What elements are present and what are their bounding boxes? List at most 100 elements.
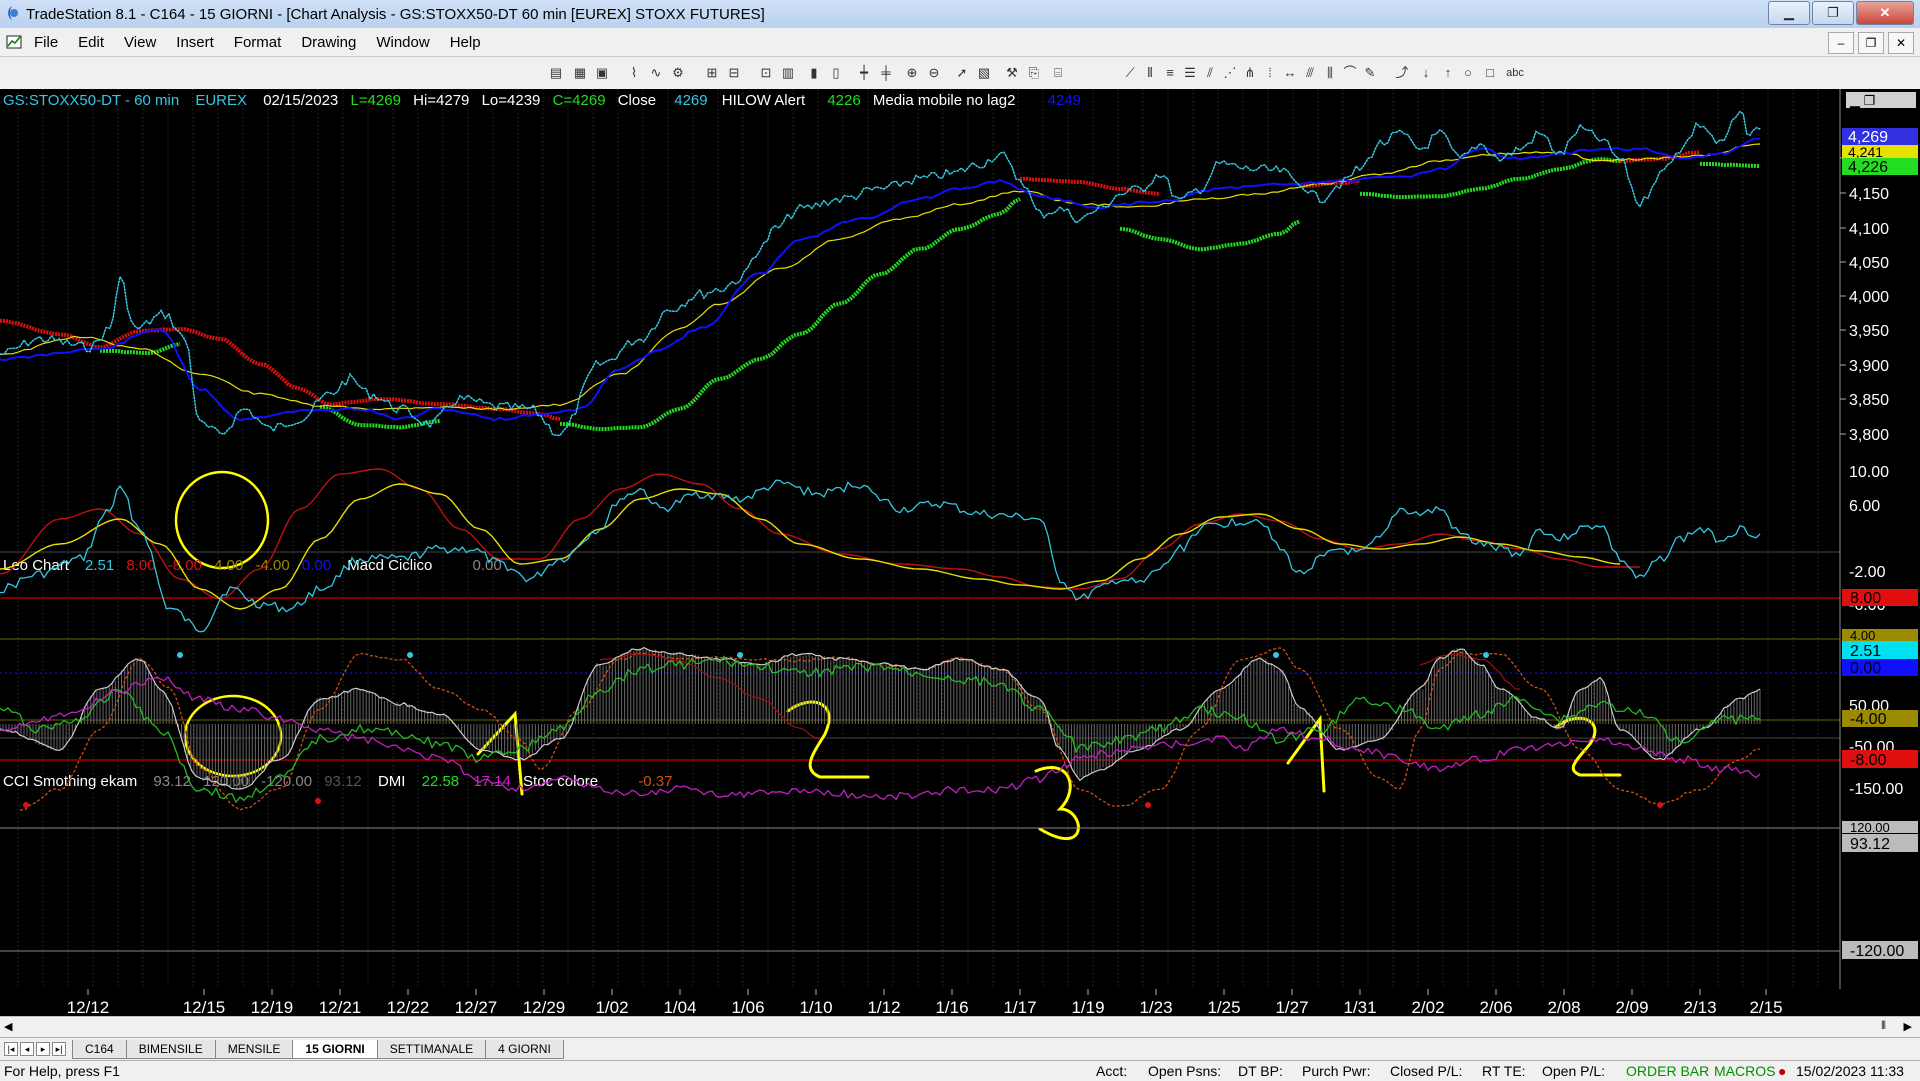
ellipse-icon[interactable]: ○: [1460, 65, 1476, 81]
badge-leo-neg4: -4.00: [1850, 711, 1887, 728]
data-window-icon[interactable]: ▧: [976, 65, 992, 81]
fibonacci-icon[interactable]: ☰: [1182, 65, 1198, 81]
doc-close-button[interactable]: ✕: [1888, 32, 1914, 54]
close-button[interactable]: ✕: [1856, 1, 1914, 25]
badge-cci-neg120: -120.00: [1850, 943, 1904, 960]
date-axis-label: 2/15: [1749, 998, 1782, 1016]
tab-first-icon[interactable]: |◂: [4, 1042, 18, 1056]
stoc-label: Stoc colore: [523, 773, 598, 790]
horizontal-lines-icon[interactable]: ≡: [1162, 65, 1178, 81]
format-indicator-icon[interactable]: ∿: [648, 65, 664, 81]
doc-restore-button[interactable]: ❐: [1858, 32, 1884, 54]
menu-help[interactable]: Help: [450, 34, 481, 51]
maximize-button[interactable]: ❐: [1812, 1, 1854, 25]
gann-fan-icon[interactable]: ⋰: [1222, 65, 1238, 81]
tab-4-giorni[interactable]: 4 GIORNI: [485, 1040, 564, 1059]
vertical-lines-icon[interactable]: ⦀: [1142, 65, 1158, 81]
date-axis-label: 1/12: [867, 998, 900, 1016]
price-last: L=4269: [350, 92, 400, 109]
date-axis-label: 2/06: [1479, 998, 1512, 1016]
rectangle-icon[interactable]: □: [1482, 65, 1498, 81]
status-datetime: 15/02/2023 11:33: [1796, 1063, 1904, 1079]
bar-chart-icon[interactable]: ▥: [780, 65, 796, 81]
cci-v1: 93.12: [153, 773, 191, 790]
price-axis-label: 3,950: [1849, 323, 1889, 340]
tab-next-icon[interactable]: ▸: [36, 1042, 50, 1056]
pointer-icon[interactable]: ➚: [954, 65, 970, 81]
chart-style-icon[interactable]: ⊡: [758, 65, 774, 81]
scroll-right-icon[interactable]: ▶: [1904, 1020, 1912, 1033]
minimize-button[interactable]: ▁: [1768, 1, 1810, 25]
new-chart-icon[interactable]: ▤: [548, 65, 564, 81]
tab-settimanale[interactable]: SETTIMANALE: [376, 1040, 487, 1059]
tab-15-giorni[interactable]: 15 GIORNI: [292, 1040, 378, 1059]
date-axis-label: 1/25: [1207, 998, 1240, 1016]
andrews-pitchfork-icon[interactable]: ⋔: [1242, 65, 1258, 81]
date-axis-label: 1/31: [1343, 998, 1376, 1016]
menu-format[interactable]: Format: [234, 34, 282, 51]
order-bar-button[interactable]: ORDER BAR: [1626, 1063, 1709, 1079]
workspace-tab-bar: |◂ ◂ ▸ ▸| C164 BIMENSILE MENSILE 15 GIOR…: [0, 1037, 1920, 1060]
arrow-both-icon[interactable]: ↔: [1282, 65, 1298, 81]
status-open-psns: Open Psns:: [1148, 1063, 1222, 1079]
hlc-icon[interactable]: ╪: [878, 65, 894, 81]
arrow-down-icon[interactable]: ↓: [1418, 65, 1434, 81]
format-symbol-icon[interactable]: ⌇: [626, 65, 642, 81]
menu-view[interactable]: View: [124, 34, 156, 51]
arrow-up-icon[interactable]: ↑: [1440, 65, 1456, 81]
line-chart-icon[interactable]: ▯: [828, 65, 844, 81]
stoc-value: -0.37: [638, 773, 672, 790]
pen-icon[interactable]: ✎: [1362, 65, 1378, 81]
tab-bimensile[interactable]: BIMENSILE: [125, 1040, 216, 1059]
title-bar: TradeStation 8.1 - C164 - 15 GIORNI - [C…: [0, 0, 1920, 29]
chart-area[interactable]: GS:STOXX50-DT - 60 min EUREX 02/15/2023 …: [0, 89, 1920, 1029]
status-acct: Acct:: [1096, 1063, 1128, 1079]
ohlc-icon[interactable]: ┿: [856, 65, 872, 81]
scroll-handle-icon[interactable]: ⦀: [1881, 1020, 1886, 1033]
svg-text:GS:STOXX50-DT - 60 min E: GS:STOXX50-DT - 60 min EUREX 02/15/2023 …: [3, 92, 1081, 109]
freehand-icon[interactable]: ⤴: [1394, 65, 1410, 81]
new-grid-icon[interactable]: ▦: [572, 65, 588, 81]
zoom-in-icon[interactable]: ⊕: [904, 65, 920, 81]
data-tips-icon[interactable]: ⎘: [1026, 65, 1042, 81]
price-axis-label: 3,800: [1849, 427, 1889, 444]
price-close: C=4269: [553, 92, 606, 109]
cycle-lines-icon[interactable]: ⦙: [1262, 65, 1278, 81]
menu-drawing[interactable]: Drawing: [301, 34, 356, 51]
doc-minimize-button[interactable]: ‒: [1828, 32, 1854, 54]
cci-axis-label: -150.00: [1849, 781, 1903, 798]
arc-icon[interactable]: ⌒: [1342, 65, 1358, 81]
menu-insert[interactable]: Insert: [176, 34, 214, 51]
strategy-icon[interactable]: ⚙: [670, 65, 686, 81]
menu-edit[interactable]: Edit: [78, 34, 104, 51]
tab-prev-icon[interactable]: ◂: [20, 1042, 34, 1056]
menu-file[interactable]: File: [34, 34, 58, 51]
scroll-left-icon[interactable]: ◀: [4, 1020, 12, 1033]
toolbar: ▤ ▦ ▣ ⌇ ∿ ⚙ ⊞ ⊟ ⊡ ▥ ▮ ▯ ┿ ╪ ⊕ ⊖ ➚ ▧ ⚒ ⎘ …: [0, 57, 1920, 90]
lock-icon[interactable]: ⌸: [1050, 65, 1066, 81]
chart-window-icon[interactable]: [6, 34, 22, 50]
annotation-circle-1: [174, 470, 270, 570]
yellow-average-line: [0, 143, 1761, 411]
dmi-value-1: 22.58: [422, 773, 460, 790]
insert-symbol-icon[interactable]: ⊞: [704, 65, 720, 81]
tab-mensile[interactable]: MENSILE: [214, 1040, 294, 1059]
status-closed-pl: Closed P/L:: [1390, 1063, 1463, 1079]
radar-icon[interactable]: ▣: [594, 65, 610, 81]
text-tool-icon[interactable]: abc: [1504, 65, 1526, 81]
price-high: Hi=4279: [413, 92, 469, 109]
speed-lines-icon[interactable]: ⫽: [1202, 65, 1218, 81]
insert-analysis-icon[interactable]: ⊟: [726, 65, 742, 81]
tab-c164[interactable]: C164: [72, 1040, 127, 1059]
horizontal-scrollbar[interactable]: ◀ ⦀ ▶: [0, 1016, 1920, 1037]
tab-last-icon[interactable]: ▸|: [52, 1042, 66, 1056]
macros-button[interactable]: MACROS: [1714, 1063, 1775, 1079]
channel-icon[interactable]: ⫻: [1302, 65, 1318, 81]
leo-axis-label: 10.00: [1849, 464, 1889, 481]
zoom-out-icon[interactable]: ⊖: [926, 65, 942, 81]
menu-window[interactable]: Window: [376, 34, 429, 51]
candle-chart-icon[interactable]: ▮: [806, 65, 822, 81]
tools-icon[interactable]: ⚒: [1004, 65, 1020, 81]
time-zone-icon[interactable]: ⫼: [1322, 65, 1338, 81]
trendline-icon[interactable]: ⟋: [1122, 65, 1138, 81]
